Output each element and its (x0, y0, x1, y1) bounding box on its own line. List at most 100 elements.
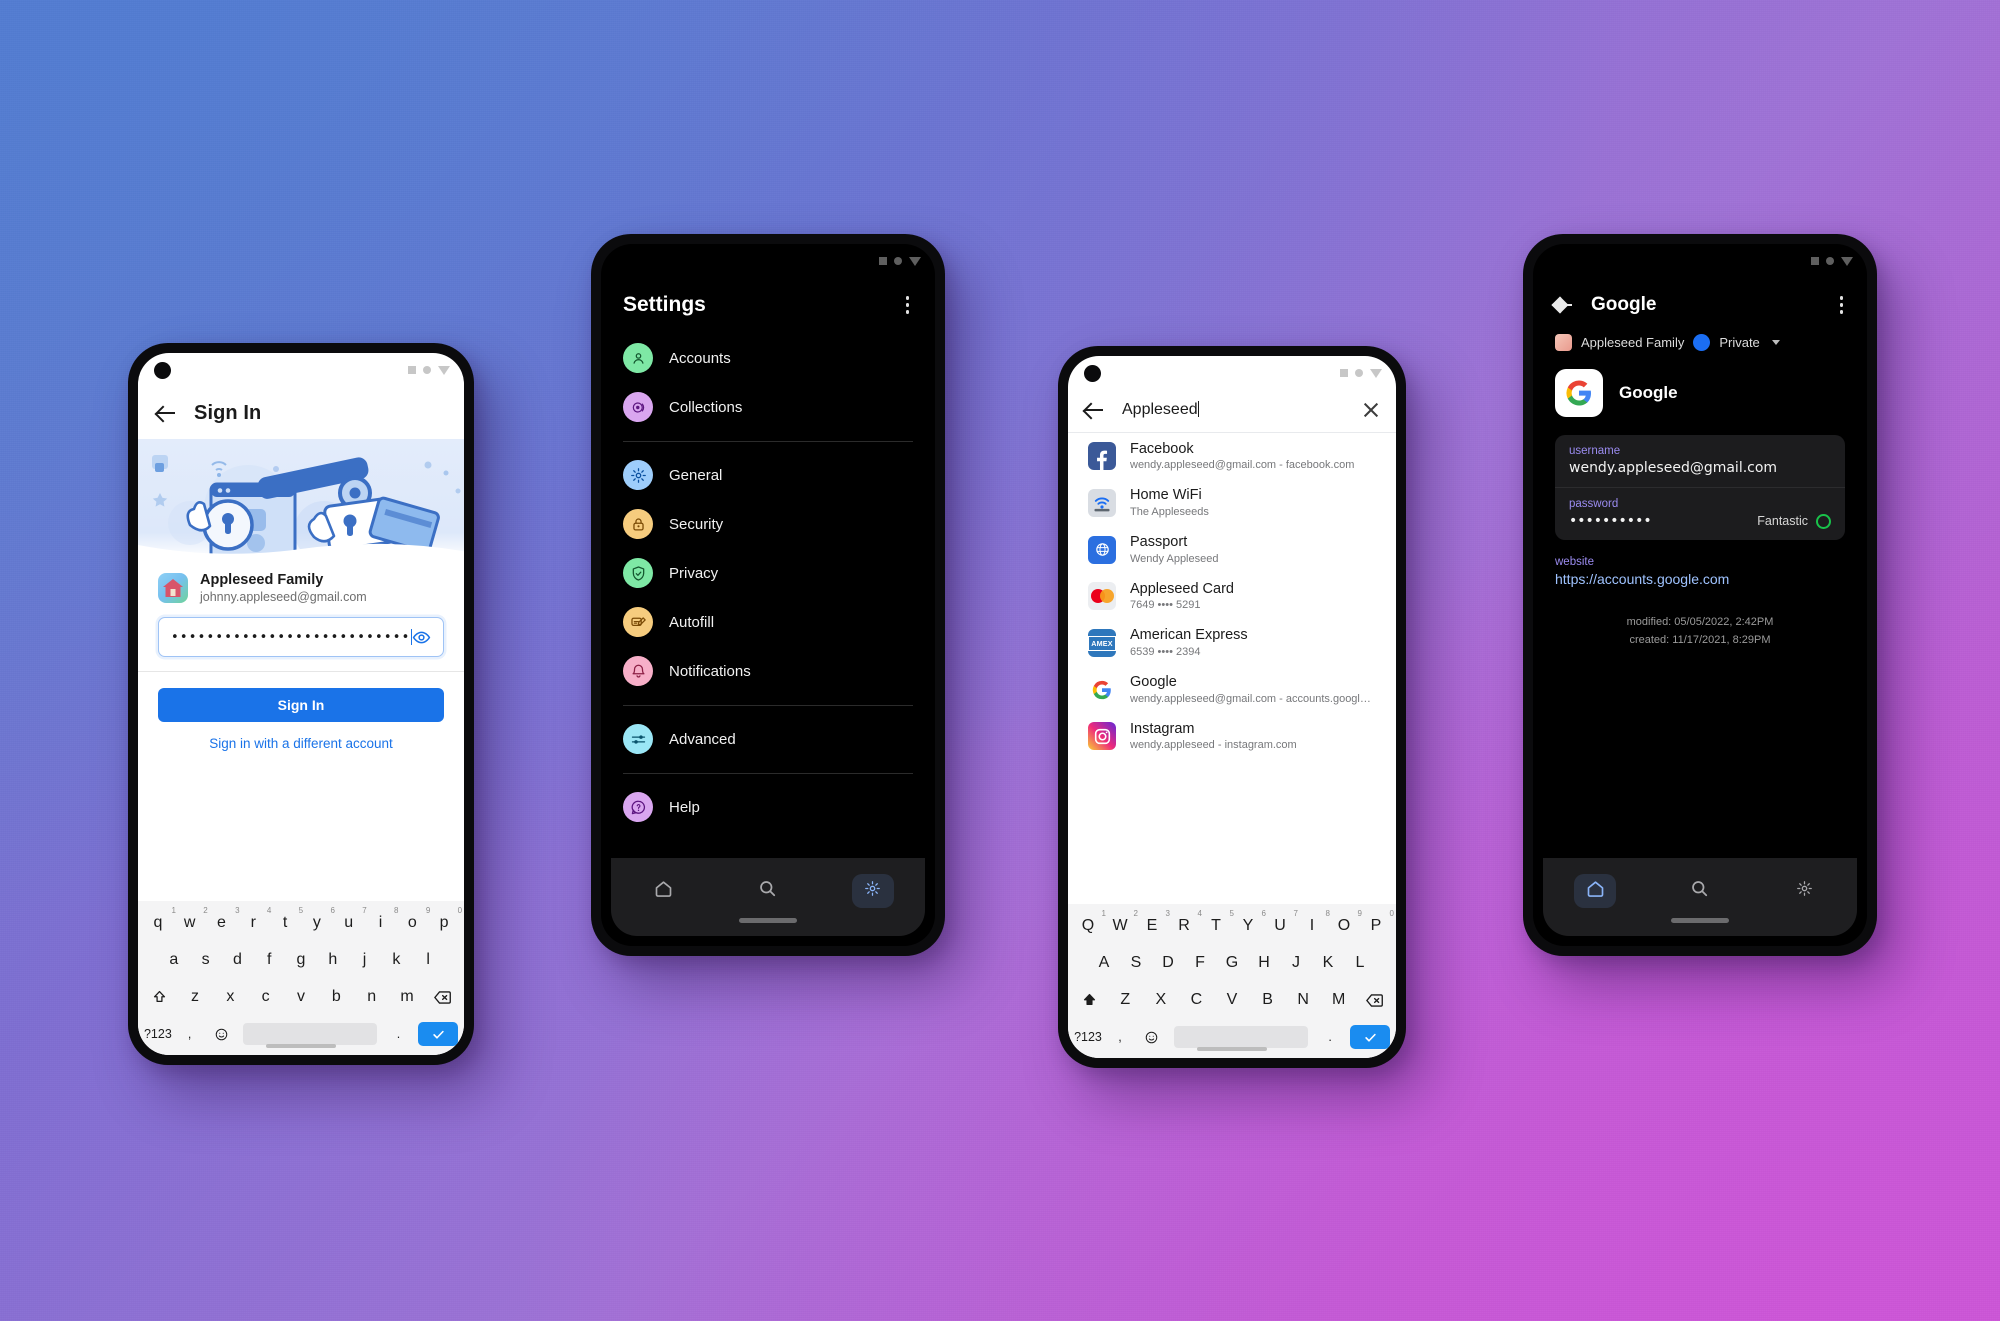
comma-key[interactable]: , (174, 1019, 206, 1049)
key-v[interactable]: v (283, 982, 318, 1012)
settings-item-general[interactable]: General (601, 451, 935, 500)
backspace-icon[interactable] (1356, 985, 1392, 1015)
space-key[interactable] (1173, 1026, 1309, 1048)
key-W[interactable]: 2W (1104, 909, 1138, 941)
key-a[interactable]: a (158, 945, 190, 975)
search-result-item[interactable]: Instagram wendy.appleseed - instagram.co… (1068, 713, 1396, 760)
key-T[interactable]: 5T (1200, 909, 1234, 941)
key-C[interactable]: C (1179, 985, 1215, 1015)
kebab-menu-icon[interactable] (1836, 292, 1848, 318)
settings-item-collections[interactable]: Collections (601, 383, 935, 432)
search-result-item[interactable]: Google wendy.appleseed@gmail.com - accou… (1068, 666, 1396, 713)
key-O[interactable]: 9O (1328, 909, 1362, 941)
home-indicator[interactable] (739, 918, 797, 923)
enter-key[interactable] (1350, 1025, 1390, 1049)
key-s[interactable]: s (190, 945, 222, 975)
key-D[interactable]: D (1152, 948, 1184, 978)
key-h[interactable]: h (317, 945, 349, 975)
nav-search-button[interactable] (747, 874, 789, 908)
key-c[interactable]: c (248, 982, 283, 1012)
key-U[interactable]: 7U (1264, 909, 1298, 941)
back-arrow-icon[interactable] (1553, 295, 1573, 315)
settings-item-accounts[interactable]: Accounts (601, 334, 935, 383)
settings-item-privacy[interactable]: Privacy (601, 549, 935, 598)
settings-item-autofill[interactable]: Autofill (601, 598, 935, 647)
key-g[interactable]: g (285, 945, 317, 975)
settings-item-security[interactable]: Security (601, 500, 935, 549)
key-I[interactable]: 8I (1296, 909, 1330, 941)
back-arrow-icon[interactable] (1084, 400, 1104, 420)
key-i[interactable]: 8i (365, 906, 399, 938)
key-x[interactable]: x (213, 982, 248, 1012)
key-V[interactable]: V (1214, 985, 1250, 1015)
key-Q[interactable]: 1Q (1072, 909, 1106, 941)
home-indicator[interactable] (266, 1044, 336, 1048)
key-Z[interactable]: Z (1108, 985, 1144, 1015)
period-key[interactable]: . (1314, 1022, 1346, 1052)
emoji-icon[interactable] (1136, 1022, 1168, 1052)
nav-home-button[interactable] (1574, 874, 1617, 908)
password-field[interactable]: password •••••••••• Fantastic (1555, 486, 1845, 540)
key-p[interactable]: 0p (428, 906, 462, 938)
shift-icon[interactable] (142, 982, 177, 1012)
key-w[interactable]: 2w (174, 906, 208, 938)
key-o[interactable]: 9o (396, 906, 430, 938)
key-H[interactable]: H (1248, 948, 1280, 978)
space-key[interactable] (243, 1023, 377, 1045)
search-result-item[interactable]: Passport Wendy Appleseed (1068, 526, 1396, 573)
key-u[interactable]: 7u (333, 906, 366, 938)
key-m[interactable]: m (389, 982, 424, 1012)
keyboard-lowercase[interactable]: 1q2w3e4r5t6y7u8i9o0p asdfghjkl zxcvbnm ?… (138, 901, 464, 1055)
home-indicator[interactable] (1671, 918, 1729, 923)
search-result-item[interactable]: Home WiFi The Appleseeds (1068, 480, 1396, 527)
key-R[interactable]: 4R (1168, 909, 1202, 941)
key-l[interactable]: l (412, 945, 444, 975)
settings-item-notifications[interactable]: Notifications (601, 647, 935, 696)
key-y[interactable]: 6y (301, 906, 335, 938)
key-r[interactable]: 4r (237, 906, 272, 938)
nav-gear-button[interactable] (1784, 874, 1826, 908)
enter-key[interactable] (418, 1022, 459, 1046)
kebab-menu-icon[interactable] (902, 292, 914, 318)
key-d[interactable]: d (222, 945, 254, 975)
key-X[interactable]: X (1143, 985, 1179, 1015)
key-A[interactable]: A (1088, 948, 1120, 978)
close-icon[interactable] (1362, 401, 1380, 419)
account-row[interactable]: Appleseed Family johnny.appleseed@gmail.… (138, 559, 464, 613)
emoji-icon[interactable] (206, 1019, 238, 1049)
key-B[interactable]: B (1250, 985, 1286, 1015)
key-M[interactable]: M (1321, 985, 1357, 1015)
key-E[interactable]: 3E (1136, 909, 1170, 941)
key-G[interactable]: G (1216, 948, 1248, 978)
key-f[interactable]: f (253, 945, 285, 975)
key-P[interactable]: 0P (1360, 909, 1394, 941)
nav-search-button[interactable] (1679, 874, 1721, 908)
keyboard-uppercase[interactable]: 1Q2W3E4R5T6Y7U8I9O0P ASDFGHJKL ZXCVBNM ?… (1068, 904, 1396, 1058)
website-value[interactable]: https://accounts.google.com (1555, 571, 1845, 587)
search-result-item[interactable]: Facebook wendy.appleseed@gmail.com - fac… (1068, 433, 1396, 480)
key-L[interactable]: L (1344, 948, 1376, 978)
comma-key[interactable]: , (1104, 1022, 1136, 1052)
shift-icon[interactable] (1072, 985, 1108, 1015)
key-j[interactable]: j (349, 945, 381, 975)
search-result-item[interactable]: AMEX American Express 6539 •••• 2394 (1068, 620, 1396, 667)
settings-item-help[interactable]: Help (601, 783, 935, 832)
key-N[interactable]: N (1285, 985, 1321, 1015)
back-arrow-icon[interactable] (156, 403, 176, 423)
key-F[interactable]: F (1184, 948, 1216, 978)
chevron-down-icon[interactable] (1771, 339, 1780, 345)
nav-home-button[interactable] (642, 874, 684, 908)
vault-selector[interactable]: Appleseed Family Private (1533, 330, 1867, 367)
settings-item-advanced[interactable]: Advanced (601, 715, 935, 764)
nav-gear-button[interactable] (851, 874, 894, 908)
home-indicator[interactable] (1197, 1047, 1267, 1051)
search-result-item[interactable]: Appleseed Card 7649 •••• 5291 (1068, 573, 1396, 620)
period-key[interactable]: . (383, 1019, 415, 1049)
backspace-icon[interactable] (425, 982, 460, 1012)
key-n[interactable]: n (354, 982, 389, 1012)
key-J[interactable]: J (1280, 948, 1312, 978)
key-S[interactable]: S (1120, 948, 1152, 978)
key-k[interactable]: k (380, 945, 412, 975)
key-b[interactable]: b (319, 982, 354, 1012)
different-account-link[interactable]: Sign in with a different account (138, 736, 464, 751)
